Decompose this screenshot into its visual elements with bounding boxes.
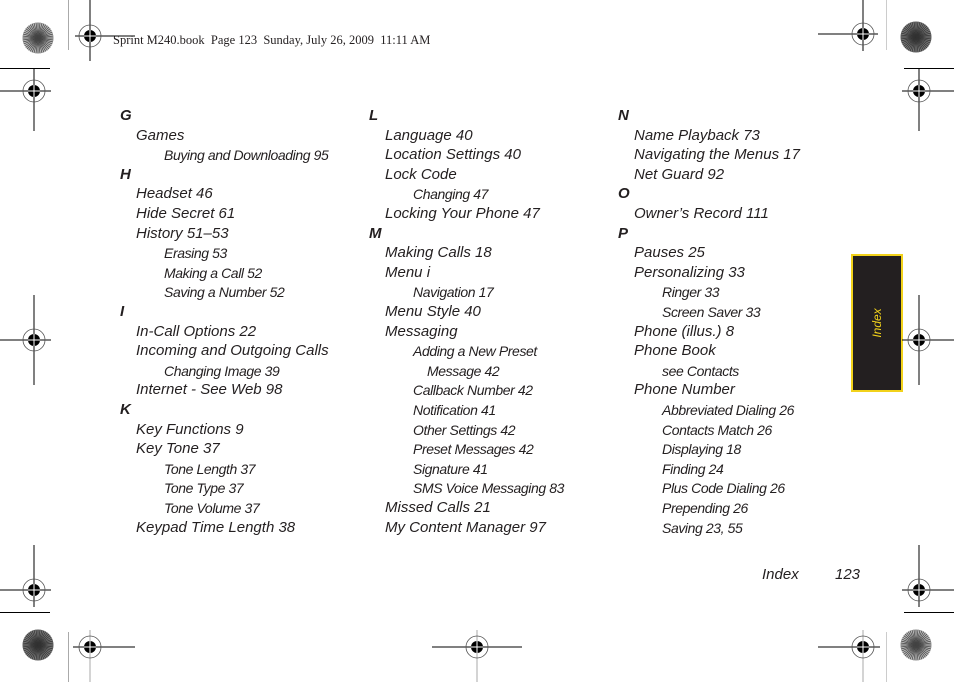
crosshair-registration-icon <box>432 630 522 682</box>
